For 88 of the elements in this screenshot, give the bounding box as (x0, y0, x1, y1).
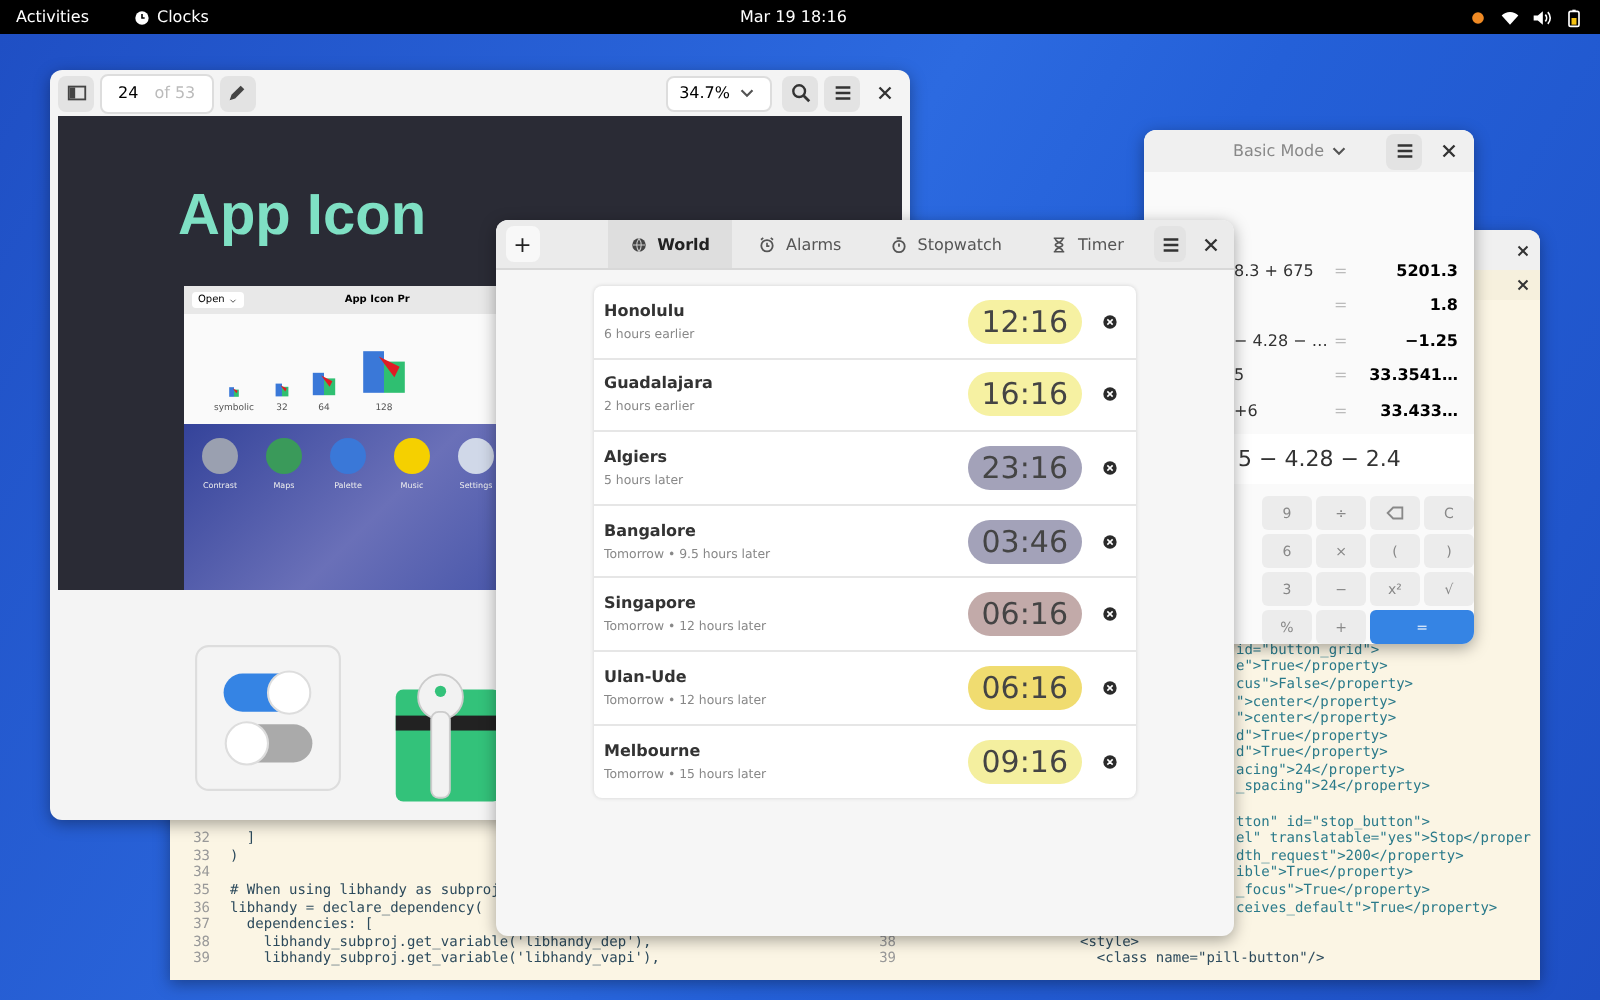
time-pill: 06:16 (967, 592, 1082, 637)
battery-icon[interactable] (1564, 7, 1584, 27)
app-icon (328, 436, 368, 476)
palette-icon (309, 370, 338, 398)
equals-sign: = (1334, 331, 1350, 350)
view-tab[interactable]: World (607, 220, 733, 268)
menu-icon (1393, 140, 1415, 163)
view-tab[interactable]: Timer (1027, 220, 1146, 268)
city-name: Ulan-Ude (604, 667, 689, 686)
search-icon (789, 82, 811, 104)
history-result: −1.25 (1403, 331, 1460, 350)
remove-icon[interactable] (1102, 459, 1118, 476)
menu-button[interactable] (1386, 133, 1422, 170)
history-result: 1.8 (1427, 296, 1460, 315)
add-button[interactable]: + (506, 226, 540, 262)
history-expression: 8.3 + 675 (1234, 261, 1316, 280)
city-name: Melbourne (604, 741, 703, 760)
view-tab[interactable]: Alarms (736, 220, 864, 268)
app-icon (200, 436, 240, 476)
backspace-icon (1384, 502, 1406, 524)
zoom-dropdown[interactable]: 34.7% (665, 75, 772, 111)
app-menu[interactable]: Clocks (133, 8, 209, 26)
equals-sign: = (1334, 296, 1350, 315)
remove-icon[interactable] (1102, 753, 1118, 770)
palette-icon (273, 382, 290, 398)
menu-button[interactable] (824, 75, 860, 111)
remove-icon[interactable] (1102, 606, 1118, 623)
time-pill: 06:16 (967, 665, 1082, 710)
app-icon (392, 436, 432, 476)
close-icon (873, 82, 895, 104)
equals-sign: = (1334, 261, 1350, 280)
time-pill: 16:16 (967, 372, 1082, 417)
city-name: Bangalore (604, 521, 698, 540)
caret-icon (228, 295, 239, 305)
remove-icon[interactable] (1102, 679, 1118, 696)
alarm-clock-icon (758, 235, 777, 253)
time-pill: 12:16 (967, 299, 1082, 344)
time-pill: 23:16 (967, 445, 1082, 490)
activities-button[interactable]: Activities (16, 8, 89, 26)
remove-icon[interactable] (1102, 313, 1118, 330)
close-icon (1200, 233, 1223, 255)
history-expression: +6 (1234, 401, 1260, 420)
clock-icon (133, 9, 149, 25)
history-expression: − 4.28 − … (1234, 331, 1330, 350)
backspace-key[interactable] (1370, 496, 1420, 530)
time-pill: 03:46 (967, 519, 1082, 564)
annotate-button[interactable] (219, 75, 256, 111)
page-field[interactable]: 24 of 53 (100, 73, 214, 113)
equals-sign: = (1334, 401, 1350, 420)
sidebar-button[interactable] (58, 75, 94, 111)
close-icon (1437, 140, 1459, 163)
city-name: Honolulu (604, 301, 687, 320)
stopwatch-icon (889, 235, 908, 253)
expression-field[interactable]: 5 − 4.28 − 2.4 (1234, 433, 1474, 484)
city-name: Guadalajara (604, 374, 715, 393)
globe-icon (629, 235, 648, 253)
sidebar-icon (65, 82, 87, 104)
history-result: 5201.3 (1394, 261, 1460, 280)
palette-icon (357, 346, 410, 398)
city-name: Algiers (604, 447, 670, 466)
remove-icon[interactable] (1102, 386, 1118, 403)
app-icon (456, 436, 496, 476)
page-title: App Icon (178, 184, 427, 250)
view-tab[interactable]: Stopwatch (867, 220, 1024, 268)
time-pill: 09:16 (967, 739, 1082, 784)
volume-icon[interactable] (1532, 7, 1552, 27)
palette-icon (227, 386, 240, 398)
clock-button[interactable]: Mar 19 18:16 (740, 8, 847, 26)
search-button[interactable] (782, 75, 818, 111)
menu-icon (1159, 233, 1182, 255)
history-result: 33.433… (1378, 401, 1460, 420)
status-dot-icon[interactable] (1468, 7, 1488, 27)
menu-button[interactable] (1153, 226, 1187, 262)
mode-dropdown[interactable]: Basic Mode (1232, 140, 1350, 163)
wifi-icon[interactable] (1500, 7, 1520, 27)
city-name: Singapore (604, 594, 698, 613)
close-icon[interactable] (1514, 276, 1532, 294)
remove-icon[interactable] (1102, 533, 1118, 550)
hourglass-icon (1049, 235, 1068, 253)
menu-icon (831, 82, 853, 104)
app-icon (264, 436, 304, 476)
equals-sign: = (1334, 366, 1350, 385)
history-result: 33.3541… (1367, 366, 1460, 385)
close-icon[interactable] (1514, 241, 1532, 259)
pencil-icon (226, 82, 249, 104)
history-expression: 5 (1234, 366, 1247, 385)
page-total: of 53 (154, 84, 196, 102)
switches-icon (194, 644, 342, 792)
